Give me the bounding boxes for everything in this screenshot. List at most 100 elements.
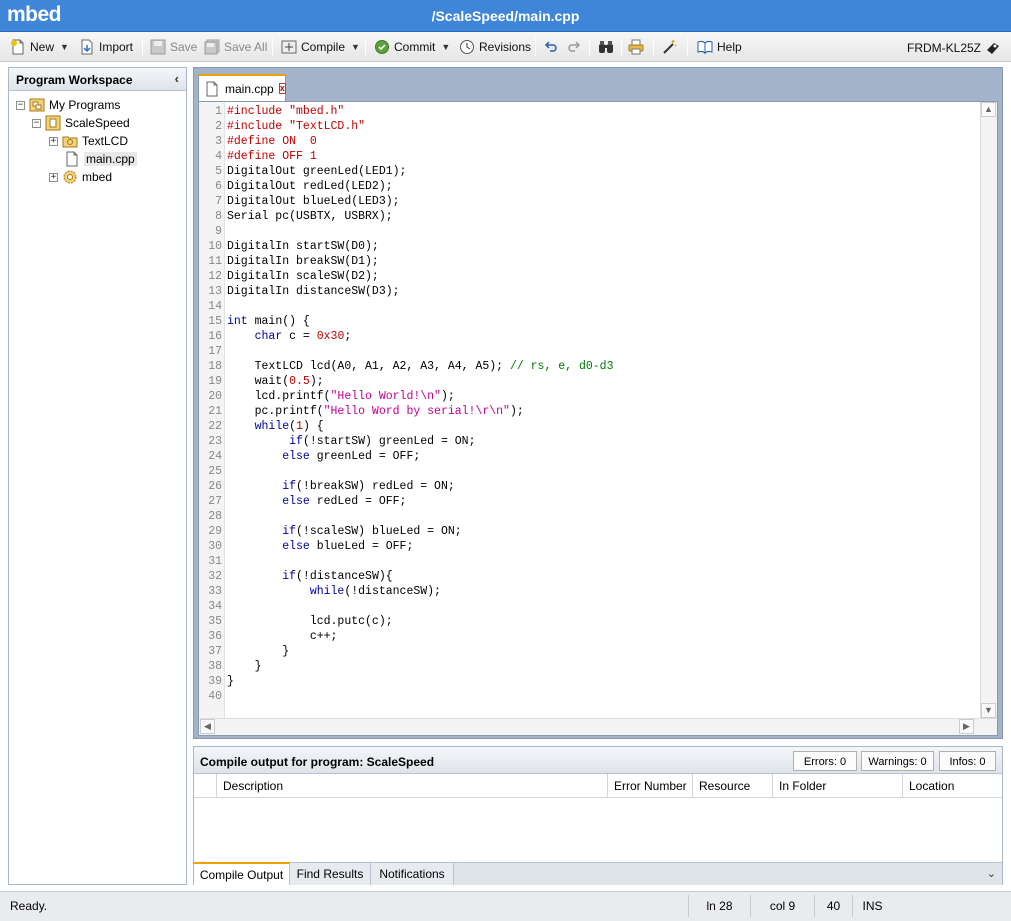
line-number: 5: [215, 165, 222, 178]
code-token: if: [282, 480, 297, 493]
code-text: if(!startSW) greenLed = ON;: [227, 434, 475, 449]
scroll-left-icon[interactable]: ◀: [200, 719, 215, 734]
line-number: 28: [208, 510, 222, 523]
code-token: c++;: [227, 630, 338, 643]
line-number: 7: [215, 195, 222, 208]
warnings-count: Warnings: 0: [861, 751, 934, 771]
find-button[interactable]: [598, 37, 614, 57]
workspace-header: Program Workspace ‹: [9, 68, 186, 91]
tab-main-cpp[interactable]: main.cpp x: [198, 74, 286, 101]
new-button[interactable]: New ▼: [10, 37, 69, 57]
code-text: int main() {: [227, 314, 310, 329]
tab-compile-output[interactable]: Compile Output: [194, 862, 290, 885]
tab-find-results[interactable]: Find Results: [290, 863, 371, 885]
code-text: else blueLed = OFF;: [227, 539, 413, 554]
import-button[interactable]: Import: [79, 37, 133, 57]
collapse-panel-icon[interactable]: ‹: [175, 71, 179, 86]
column-in-folder[interactable]: In Folder: [772, 774, 902, 798]
code-editor[interactable]: 1 #include "mbed.h" 2 #include "TextLCD.h" 3…: [198, 101, 998, 736]
commit-icon: [374, 39, 390, 55]
import-label: Import: [99, 40, 134, 54]
save-button[interactable]: Save: [150, 37, 197, 57]
line-number: 3: [215, 135, 222, 148]
library-folder-icon: [62, 133, 78, 149]
toolbar-divider: [653, 38, 654, 56]
tree-label: ScaleSpeed: [65, 116, 130, 130]
line-number: 36: [208, 630, 222, 643]
compile-button[interactable]: Compile ▼: [281, 37, 360, 57]
print-button[interactable]: [628, 37, 644, 57]
toolbar-divider: [272, 38, 273, 56]
close-tab-icon[interactable]: x: [278, 83, 286, 94]
help-label: Help: [717, 40, 742, 54]
column-description[interactable]: Description: [216, 774, 607, 798]
code-token: DigitalOut blueLed(LED3);: [227, 195, 400, 208]
import-icon: [79, 39, 95, 55]
chevron-down-icon[interactable]: ▼: [60, 42, 69, 52]
code-token: main() {: [247, 315, 310, 328]
cursor-line: ln 28: [688, 895, 750, 917]
code-text: if(!distanceSW){: [227, 569, 392, 584]
code-text: wait(0.5);: [227, 374, 324, 389]
target-device-selector[interactable]: FRDM-KL25Z: [907, 40, 1001, 56]
toolbar-divider: [621, 38, 622, 56]
commit-button[interactable]: Commit ▼: [374, 37, 450, 57]
file-icon: [64, 151, 80, 167]
line-number: 32: [208, 570, 222, 583]
tree-item-main-cpp[interactable]: main.cpp: [64, 150, 137, 168]
tree-item-textlcd[interactable]: + TextLCD: [49, 132, 128, 150]
tree-item-mbed[interactable]: + mbed: [49, 168, 112, 186]
line-number: 40: [208, 690, 222, 703]
line-number: 38: [208, 660, 222, 673]
magic-wand-icon: [661, 39, 677, 55]
tree-label: mbed: [82, 170, 113, 184]
redo-button[interactable]: [566, 37, 582, 57]
undo-button[interactable]: [543, 37, 559, 57]
horizontal-scrollbar[interactable]: ◀ ▶: [199, 718, 997, 735]
code-text: #define ON 0: [227, 134, 317, 149]
format-code-button[interactable]: [661, 37, 677, 57]
tab-label: main.cpp: [225, 81, 274, 96]
tab-notifications[interactable]: Notifications: [371, 863, 454, 885]
save-all-icon: [204, 39, 220, 55]
code-token: lcd.putc(c);: [227, 615, 393, 628]
line-number: 17: [208, 345, 222, 358]
code-token: DigitalIn breakSW(D1);: [227, 255, 379, 268]
line-number: 9: [215, 225, 222, 238]
collapse-toggle[interactable]: −: [32, 118, 41, 128]
help-button[interactable]: Help: [697, 37, 742, 57]
line-number: 24: [208, 450, 222, 463]
code-token: }: [227, 675, 234, 688]
column-icon[interactable]: [194, 774, 216, 798]
line-number: 2: [215, 120, 222, 133]
column-error-number[interactable]: Error Number: [607, 774, 692, 798]
chevron-down-icon[interactable]: ▼: [441, 42, 450, 52]
scroll-right-icon[interactable]: ▶: [959, 719, 974, 734]
scroll-up-icon[interactable]: ▲: [981, 102, 996, 117]
code-token: DigitalOut redLed(LED2);: [227, 180, 393, 193]
expand-toggle[interactable]: +: [49, 136, 58, 146]
column-location[interactable]: Location: [902, 774, 1002, 798]
column-resource[interactable]: Resource: [692, 774, 772, 798]
revisions-button[interactable]: Revisions: [459, 37, 531, 57]
programs-folder-icon: [29, 97, 45, 113]
tree-item-my-programs[interactable]: − My Programs: [16, 96, 120, 114]
save-all-button[interactable]: Save All: [204, 37, 267, 57]
tree-item-scalespeed[interactable]: − ScaleSpeed: [32, 114, 130, 132]
save-icon: [150, 39, 166, 55]
chevron-down-icon[interactable]: ▼: [351, 42, 360, 52]
chevron-down-icon[interactable]: ⌄: [987, 867, 996, 880]
collapse-toggle[interactable]: −: [16, 100, 25, 110]
vertical-scrollbar[interactable]: ▲ ▼: [980, 102, 997, 718]
code-text: }: [227, 674, 234, 689]
code-token: (: [289, 420, 297, 433]
code-text: DigitalOut blueLed(LED3);: [227, 194, 400, 209]
line-number: 14: [208, 300, 222, 313]
line-number: 33: [208, 585, 222, 598]
scroll-down-icon[interactable]: ▼: [981, 703, 996, 718]
code-token: DigitalIn startSW(D0);: [227, 240, 379, 253]
expand-toggle[interactable]: +: [49, 172, 58, 182]
